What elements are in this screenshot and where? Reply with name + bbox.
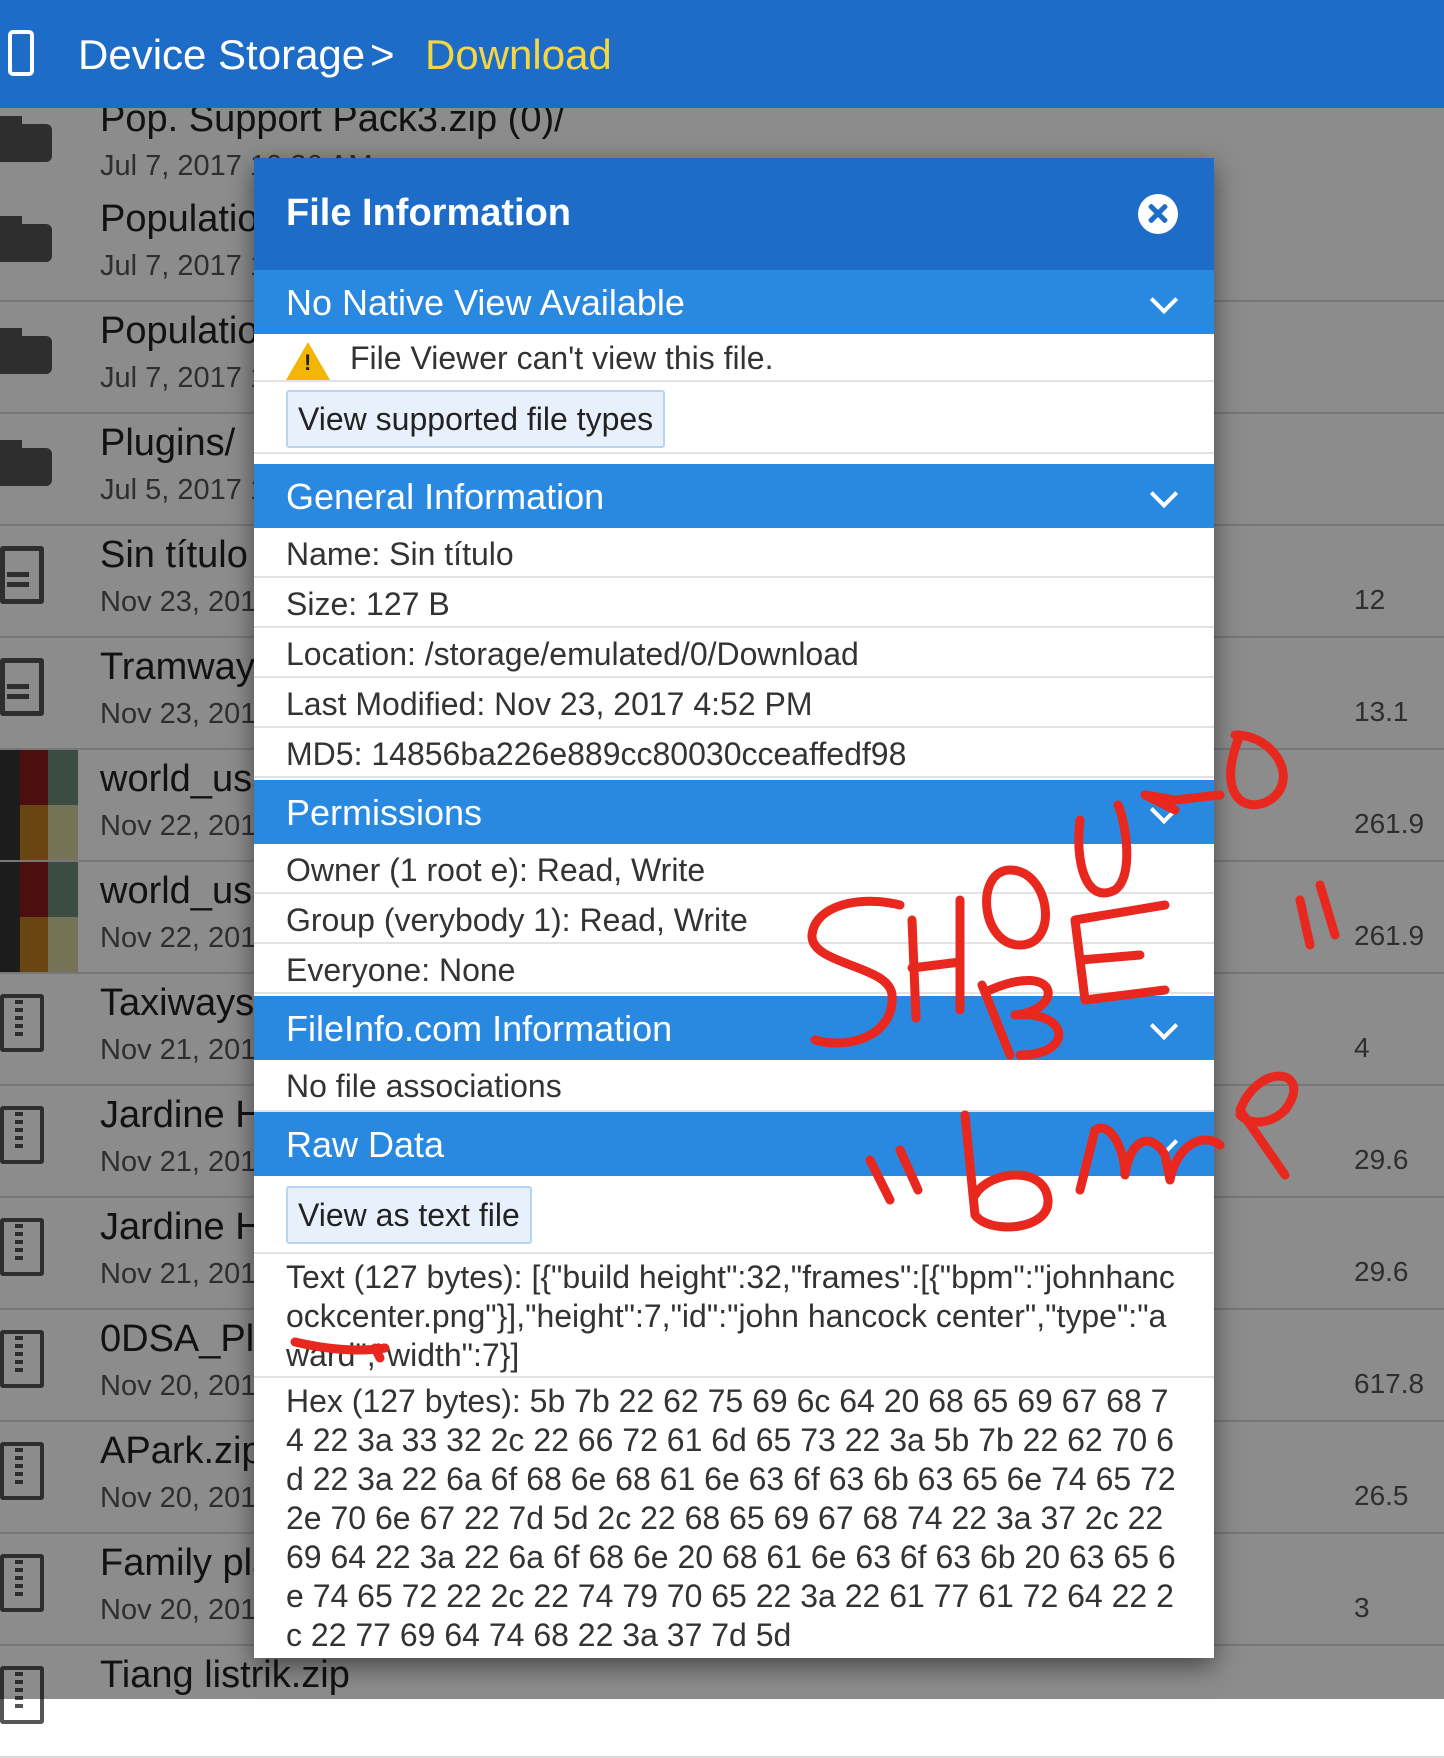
raw-button-row: View as text file: [254, 1176, 1214, 1254]
chevron-down-icon[interactable]: [1149, 285, 1179, 315]
breadcrumb-root[interactable]: Device Storage: [78, 30, 365, 80]
view-supported-file-types-button[interactable]: View supported file types: [286, 390, 666, 448]
phone-icon[interactable]: [8, 30, 34, 76]
section-permissions-title: Permissions: [286, 792, 483, 833]
section-general-information[interactable]: General Information: [254, 464, 1214, 528]
chevron-down-icon[interactable]: [1149, 1011, 1179, 1041]
general-last-modified: Last Modified: Nov 23, 2017 4:52 PM: [286, 686, 813, 722]
close-icon[interactable]: [1138, 194, 1178, 234]
fileinfo-assoc-row: No file associations: [254, 1060, 1214, 1112]
fileinfo-associations: No file associations: [286, 1068, 562, 1104]
permission-everyone: Everyone: None: [286, 952, 516, 988]
section-permissions[interactable]: Permissions: [254, 780, 1214, 844]
section-raw-title: Raw Data: [286, 1124, 445, 1165]
general-size-row: Size: 127 B: [254, 578, 1214, 628]
general-location-row: Location: /storage/emulated/0/Download: [254, 628, 1214, 678]
general-md5-row: MD5: 14856ba226e889cc80030cceaffedf98: [254, 728, 1214, 778]
section-general-title: General Information: [286, 476, 605, 517]
permission-group-row: Group (verybody 1): Read, Write: [254, 894, 1214, 944]
section-native-view-title: No Native View Available: [286, 282, 685, 323]
permission-group: Group (verybody 1): Read, Write: [286, 902, 748, 938]
section-fileinfo[interactable]: FileInfo.com Information: [254, 996, 1214, 1060]
general-name: Name: Sin título: [286, 536, 514, 572]
app-bar: Device Storage > Download: [0, 0, 1444, 108]
native-warning-row: ! File Viewer can't view this file.: [254, 334, 1214, 382]
permission-owner: Owner (1 root e): Read, Write: [286, 852, 706, 888]
general-location: Location: /storage/emulated/0/Download: [286, 636, 859, 672]
general-modified-row: Last Modified: Nov 23, 2017 4:52 PM: [254, 678, 1214, 728]
permission-owner-row: Owner (1 root e): Read, Write: [254, 844, 1214, 894]
dialog-title: File Information: [286, 192, 571, 234]
view-as-text-file-button[interactable]: View as text file: [286, 1186, 532, 1244]
permission-everyone-row: Everyone: None: [254, 944, 1214, 994]
breadcrumb-current[interactable]: Download: [425, 30, 612, 80]
raw-hex-row: Hex (127 bytes): 5b 7b 22 62 75 69 6c 64…: [254, 1378, 1214, 1658]
file-information-dialog: File Information No Native View Availabl…: [254, 158, 1214, 1658]
general-size: Size: 127 B: [286, 586, 450, 622]
warning-icon-mark: !: [304, 350, 312, 375]
section-fileinfo-title: FileInfo.com Information: [286, 1008, 673, 1049]
raw-hex: Hex (127 bytes): 5b 7b 22 62 75 69 6c 64…: [286, 1383, 1176, 1653]
section-native-view[interactable]: No Native View Available: [254, 270, 1214, 334]
general-name-row: Name: Sin título: [254, 528, 1214, 578]
chevron-down-icon[interactable]: [1149, 795, 1179, 825]
native-warning-text: File Viewer can't view this file.: [350, 340, 774, 376]
dialog-header: File Information: [254, 158, 1214, 270]
general-md5: MD5: 14856ba226e889cc80030cceaffedf98: [286, 736, 907, 772]
raw-text-row: Text (127 bytes): [{"build height":32,"f…: [254, 1254, 1214, 1378]
breadcrumb-separator: >: [370, 31, 395, 78]
chevron-down-icon[interactable]: [1149, 479, 1179, 509]
raw-text: Text (127 bytes): [{"build height":32,"f…: [286, 1259, 1175, 1373]
native-button-row: View supported file types: [254, 382, 1214, 454]
chevron-down-icon[interactable]: [1149, 1127, 1179, 1157]
section-raw-data[interactable]: Raw Data: [254, 1112, 1214, 1176]
